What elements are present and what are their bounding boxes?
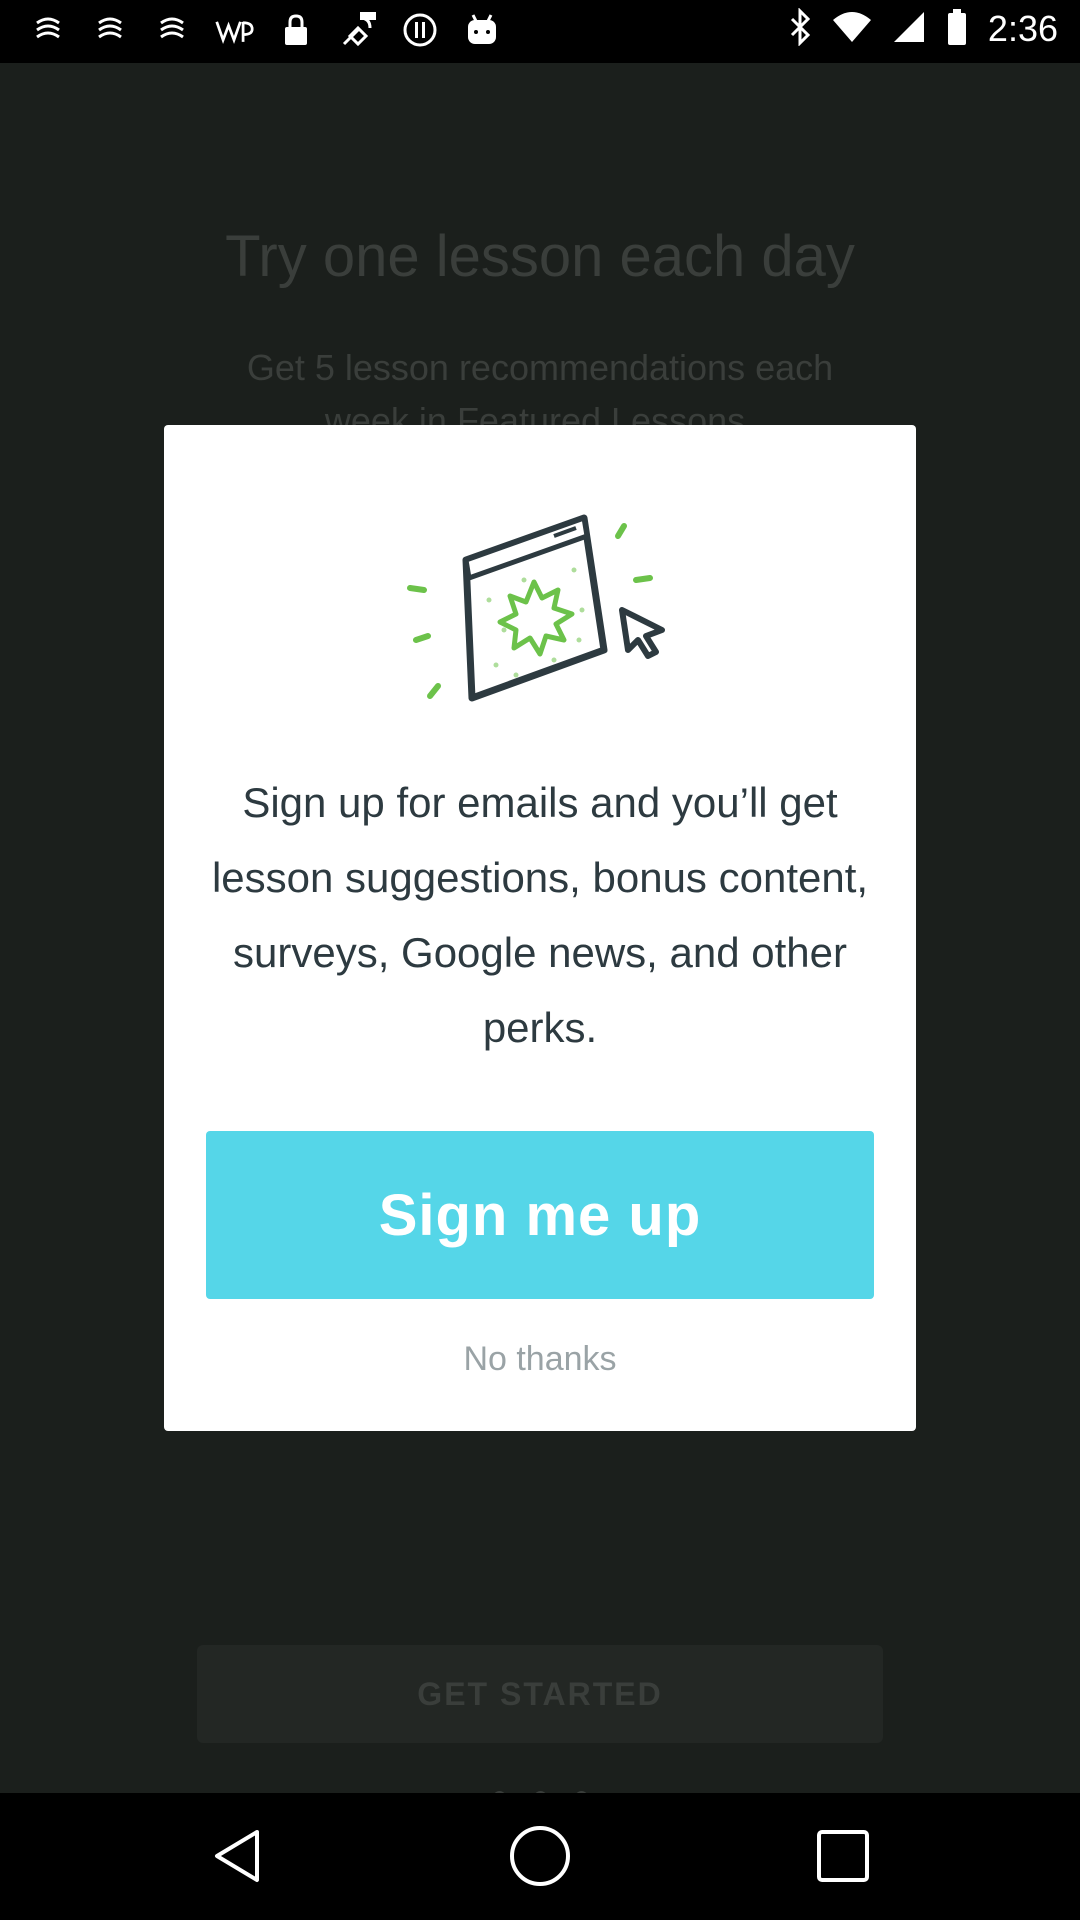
home-icon[interactable] xyxy=(507,1823,573,1889)
status-bar: 2:36 xyxy=(0,0,1080,63)
signal-icon xyxy=(892,10,926,48)
email-signup-dialog: Sign up for emails and you’ll get lesson… xyxy=(164,425,916,1431)
notification-icon xyxy=(90,10,130,50)
fake-gps-icon xyxy=(338,10,378,50)
status-system: 2:36 xyxy=(788,7,1058,50)
browser-window-cursor-icon xyxy=(404,500,684,720)
onboarding-title: Try one lesson each day xyxy=(225,224,855,289)
battery-icon xyxy=(946,8,968,50)
back-icon[interactable] xyxy=(204,1823,270,1889)
bluetooth-icon xyxy=(788,7,812,50)
status-time: 2:36 xyxy=(987,8,1058,49)
wp-icon xyxy=(214,10,254,50)
android-icon xyxy=(462,10,502,50)
status-notifications xyxy=(28,10,502,50)
dialog-message: Sign up for emails and you’ll get lesson… xyxy=(211,779,869,1051)
pause-circle-icon xyxy=(400,10,440,50)
notification-icon xyxy=(28,10,68,50)
wifi-icon xyxy=(832,10,872,48)
lock-icon xyxy=(276,10,316,50)
navigation-bar xyxy=(0,1793,1080,1920)
get-started-button: GET STARTED xyxy=(197,1645,883,1743)
recents-icon[interactable] xyxy=(810,1823,876,1889)
sign-me-up-button[interactable]: Sign me up xyxy=(206,1131,874,1299)
no-thanks-link[interactable]: No thanks xyxy=(164,1340,916,1379)
notification-icon xyxy=(152,10,192,50)
